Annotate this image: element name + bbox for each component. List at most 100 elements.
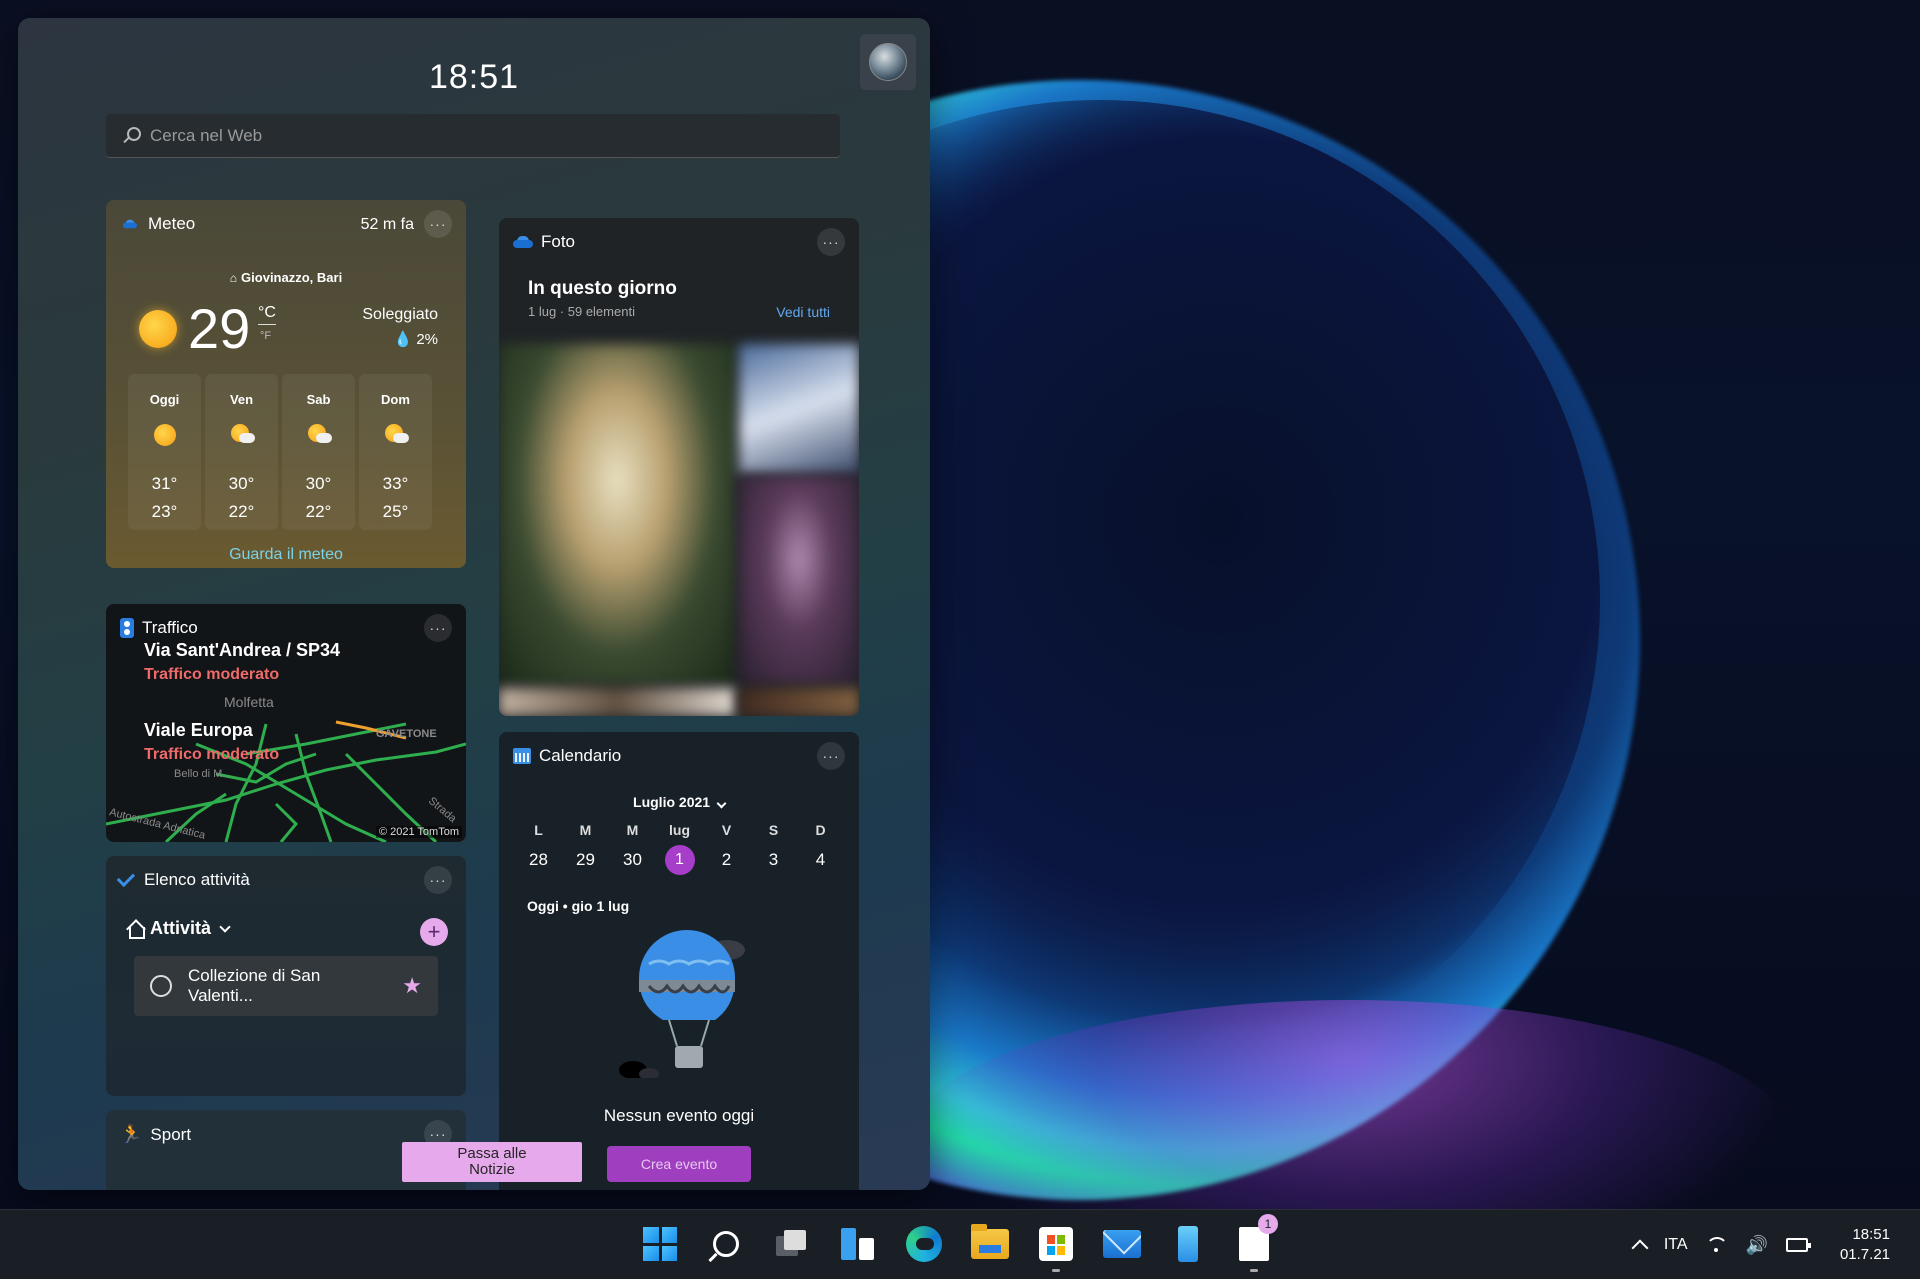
- wifi-icon[interactable]: [1705, 1237, 1728, 1253]
- tray-clock[interactable]: 18:51 01.7.21: [1840, 1225, 1890, 1265]
- battery-icon[interactable]: [1785, 1238, 1811, 1252]
- sun-icon: [139, 310, 177, 348]
- store-icon: [1039, 1227, 1073, 1261]
- tasks-more-button[interactable]: ···: [424, 866, 452, 894]
- task-complete-checkbox[interactable]: [150, 975, 172, 997]
- weather-widget[interactable]: Meteo 52 m fa ··· ⌂ Giovinazzo, Bari 29 °…: [106, 200, 466, 568]
- chevron-down-icon: [716, 798, 727, 809]
- calendar-date[interactable]: 30: [609, 845, 656, 875]
- date-number: 1: [664, 845, 695, 875]
- partly-cloudy-icon: [231, 424, 255, 446]
- calendar-month-selector[interactable]: Luglio 2021: [499, 794, 859, 810]
- photos-widget[interactable]: Foto ··· In questo giorno 1 lug · 59 ele…: [499, 218, 859, 716]
- photos-more-button[interactable]: ···: [817, 228, 845, 256]
- news-button[interactable]: Passa alle Notizie: [402, 1142, 582, 1182]
- web-search-input[interactable]: [150, 125, 750, 146]
- date-number: 30: [623, 850, 642, 869]
- search-icon: [713, 1231, 739, 1257]
- photos-title: Foto: [541, 232, 576, 251]
- taskbar-apps: 1: [640, 1214, 1278, 1272]
- file-explorer-button[interactable]: [970, 1224, 1010, 1264]
- day-low: 25°: [382, 502, 409, 521]
- sport-header: 🏃 Sport: [120, 1124, 191, 1145]
- forecast-day[interactable]: Sab 30° 22°: [282, 374, 355, 530]
- calendar-title: Calendario: [539, 746, 622, 765]
- weekday-label: V: [721, 822, 732, 838]
- start-button[interactable]: [640, 1224, 680, 1264]
- day-name: Sab: [306, 392, 331, 407]
- widgets-icon: [841, 1228, 875, 1260]
- tray-time: 18:51: [1852, 1226, 1890, 1243]
- weather-see-more-link[interactable]: Guarda il meteo: [106, 546, 466, 564]
- day-low: 23°: [151, 502, 178, 521]
- traffic-light-icon: [120, 618, 134, 638]
- traffic-road-1: Via Sant'Andrea / SP34: [144, 640, 341, 660]
- calendar-dates: 28 29 30 1 2 3 4: [515, 845, 844, 875]
- photos-see-all-link[interactable]: Vedi tutti: [776, 304, 830, 320]
- calendar-date[interactable]: 28: [515, 845, 562, 875]
- photos-heading: In questo giorno: [528, 278, 677, 299]
- traffic-widget[interactable]: Traffico ··· Via Sant'Andrea / SP34 Traf…: [106, 604, 466, 842]
- tray-date: 01.7.21: [1839, 1246, 1890, 1263]
- notification-badge: 1: [1258, 1214, 1278, 1234]
- profile-button[interactable]: [860, 34, 916, 90]
- edge-button[interactable]: [904, 1224, 944, 1264]
- cloud-icon: [123, 219, 137, 229]
- taskbar: 1 ITA 🔊 18:51 01.7.21: [0, 1209, 1920, 1279]
- running-indicator: [1052, 1269, 1060, 1272]
- traffic-more-button[interactable]: ···: [424, 614, 452, 642]
- map-label: GAVETONE: [376, 728, 437, 740]
- day-name: Dom: [381, 392, 410, 407]
- mail-button[interactable]: [1102, 1224, 1142, 1264]
- search-icon: [122, 126, 141, 145]
- news-button-line2: Notizie: [469, 1161, 515, 1178]
- photos-subtitle: 1 lug · 59 elementi: [528, 304, 635, 319]
- forecast-day[interactable]: Ven 30° 22°: [205, 374, 278, 530]
- create-event-button[interactable]: Crea evento: [607, 1146, 751, 1182]
- task-view-button[interactable]: [772, 1224, 812, 1264]
- calendar-date[interactable]: 29: [562, 845, 609, 875]
- calendar-date-today[interactable]: 1: [656, 845, 703, 875]
- web-search-box[interactable]: [106, 114, 840, 158]
- calendar-date[interactable]: 3: [750, 845, 797, 875]
- calendar-header: Calendario: [513, 746, 621, 766]
- unit-celsius-toggle[interactable]: °C: [258, 304, 276, 325]
- unit-fahrenheit-toggle[interactable]: °F: [260, 330, 271, 342]
- calendar-widget[interactable]: Calendario ··· Luglio 2021 L M M lug V S…: [499, 732, 859, 1190]
- calendar-date[interactable]: 4: [797, 845, 844, 875]
- day-high: 30°: [228, 474, 255, 493]
- weather-location[interactable]: ⌂ Giovinazzo, Bari: [106, 270, 466, 285]
- task-item[interactable]: Collezione di San Valenti... ★: [134, 956, 438, 1016]
- date-number: 3: [768, 850, 779, 869]
- task-view-icon: [776, 1230, 808, 1258]
- traffic-status-1: Traffico moderato: [144, 666, 280, 683]
- volume-icon[interactable]: 🔊: [1746, 1235, 1768, 1256]
- tasks-widget[interactable]: Elenco attività ··· Attività + Collezion…: [106, 856, 466, 1096]
- add-task-button[interactable]: +: [420, 918, 448, 946]
- store-button[interactable]: [1036, 1224, 1076, 1272]
- traffic-header: Traffico: [120, 618, 198, 638]
- date-number: 4: [815, 850, 826, 869]
- calendar-date[interactable]: 2: [703, 845, 750, 875]
- panel-clock: 18:51: [428, 58, 520, 96]
- news-app-button[interactable]: 1: [1234, 1214, 1278, 1272]
- phone-button[interactable]: [1168, 1224, 1208, 1264]
- input-language[interactable]: ITA: [1664, 1236, 1688, 1254]
- show-hidden-icons-chevron[interactable]: [1631, 1239, 1649, 1257]
- taskbar-search-button[interactable]: [706, 1224, 746, 1264]
- star-icon[interactable]: ★: [402, 973, 422, 999]
- traffic-status-2: Traffico moderato: [144, 746, 280, 763]
- precip-value: 2%: [416, 331, 438, 348]
- weekday-label: S: [768, 822, 779, 838]
- partly-cloudy-icon: [385, 424, 409, 446]
- task-list-selector[interactable]: Attività: [126, 918, 231, 939]
- calendar-more-button[interactable]: ···: [817, 742, 845, 770]
- forecast-day[interactable]: Dom 33° 25°: [359, 374, 432, 530]
- day-name: Oggi: [149, 392, 180, 407]
- photo-tile: [499, 344, 735, 684]
- forecast-day[interactable]: Oggi 31° 23°: [128, 374, 201, 530]
- photo-mosaic[interactable]: [499, 344, 859, 716]
- weather-more-button[interactable]: ···: [424, 210, 452, 238]
- calendar-icon: [513, 748, 531, 764]
- widgets-button[interactable]: [838, 1224, 878, 1264]
